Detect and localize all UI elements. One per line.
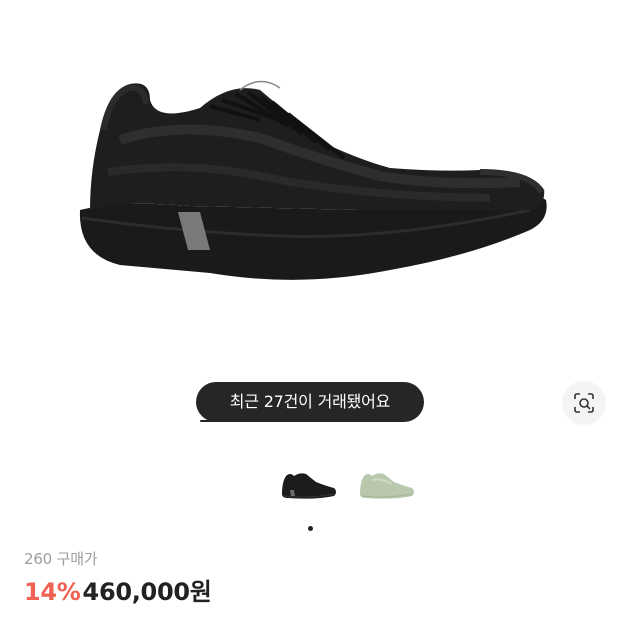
mint-shoe-thumbnail [360, 473, 414, 499]
recent-trades-toast: 최근 27건이 거래됐어요 [196, 382, 424, 422]
main-shoe-image [79, 80, 547, 280]
black-shoe-thumbnail [282, 473, 336, 499]
thumbnail-black-shoe[interactable] [276, 466, 340, 506]
price-value: 460,000원 [82, 578, 212, 606]
price-row: 14%460,000원 [24, 575, 212, 609]
pager-dot-active[interactable] [307, 526, 313, 531]
discount-rate: 14% [24, 578, 81, 606]
thumbnail-strip [0, 466, 620, 506]
toast-underline [200, 420, 252, 422]
lens-search-icon [574, 393, 594, 413]
lens-search-button[interactable] [562, 381, 606, 425]
image-pager [0, 516, 620, 531]
size-purchase-label: 260 구매가 [24, 550, 98, 568]
thumbnail-mint-shoe[interactable] [354, 466, 418, 506]
product-image-area[interactable]: 최근 27건이 거래됐어요 [0, 0, 620, 440]
